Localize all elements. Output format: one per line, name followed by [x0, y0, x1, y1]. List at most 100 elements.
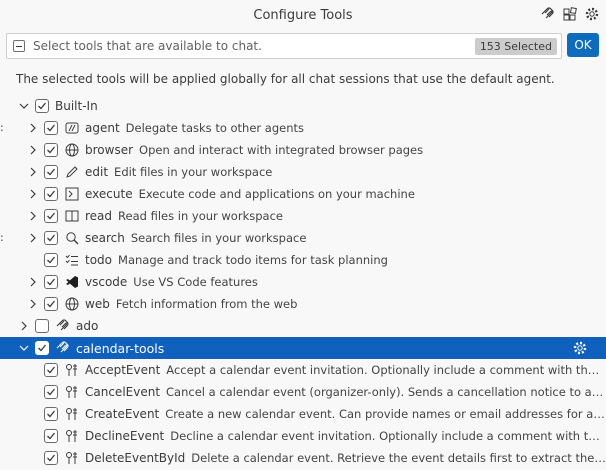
tool-checkbox[interactable]: [44, 165, 58, 179]
tool-filter-box: 153 Selected: [6, 33, 562, 59]
tool-row-read[interactable]: read Read files in your workspace: [0, 205, 606, 227]
tool-name: AcceptEvent: [85, 363, 161, 377]
tool-icon: [64, 384, 80, 400]
tree-group-builtin[interactable]: Built-In: [0, 95, 606, 117]
tool-description: Delete a calendar event. Retrieve the ev…: [191, 451, 606, 465]
tool-name: DeleteEventById: [85, 451, 186, 465]
ado-checkbox[interactable]: [35, 319, 49, 333]
mcp-icon: [55, 340, 71, 356]
tool-description: Cancel a calendar event (organizer-only)…: [166, 385, 606, 399]
tool-name: DeclineEvent: [85, 429, 165, 443]
tree-group-ado[interactable]: ado: [0, 315, 606, 337]
tool-row-createevent[interactable]: CreateEvent Create a new calendar event.…: [0, 403, 606, 425]
tool-name: browser: [85, 143, 134, 157]
tool-name: todo: [85, 253, 113, 267]
tool-description: Read files in your workspace: [118, 209, 283, 223]
tool-description: Search files in your workspace: [130, 231, 307, 245]
tool-row-web[interactable]: web Fetch information from the web: [0, 293, 606, 315]
tool-row-deleteeventbyid[interactable]: DeleteEventById Delete a calendar event.…: [0, 447, 606, 469]
chevron-right-icon[interactable]: [28, 145, 38, 155]
tool-description: Execute code and applications on your ma…: [138, 187, 415, 201]
checklist-icon: [64, 252, 80, 268]
tool-name: CancelEvent: [85, 385, 161, 399]
terminal-icon: [64, 186, 80, 202]
tool-checkbox[interactable]: [44, 407, 58, 421]
tool-description: Fetch information from the web: [115, 297, 298, 311]
tool-name: search: [85, 231, 125, 245]
select-all-checkbox[interactable]: [13, 40, 25, 52]
tool-name: web: [85, 297, 110, 311]
tool-icon: [64, 450, 80, 466]
chevron-right-icon[interactable]: [28, 277, 38, 287]
builtin-label: Built-In: [55, 99, 98, 113]
globe-icon: [64, 296, 80, 312]
tool-name: edit: [85, 165, 109, 179]
tool-row-todo[interactable]: todo Manage and track todo items for tas…: [0, 249, 606, 271]
chevron-down-icon[interactable]: [19, 101, 29, 111]
tool-icon: [64, 362, 80, 378]
globe-icon: [64, 142, 80, 158]
search-icon: [64, 230, 80, 246]
tool-checkbox[interactable]: [44, 231, 58, 245]
description-text: The selected tools will be applied globa…: [16, 72, 555, 86]
tool-checkbox[interactable]: [44, 385, 58, 399]
tool-checkbox[interactable]: [44, 121, 58, 135]
tool-name: agent: [85, 121, 120, 135]
tool-row-vscode[interactable]: vscode Use VS Code features: [0, 271, 606, 293]
calendar-tools-label: calendar-tools: [76, 340, 165, 356]
tool-description: Manage and track todo items for task pla…: [118, 253, 388, 267]
tool-checkbox[interactable]: [44, 253, 58, 267]
tool-checkbox[interactable]: [44, 209, 58, 223]
mcp-icon[interactable]: [540, 6, 556, 22]
chevron-right-icon[interactable]: [28, 211, 38, 221]
chevron-right-icon[interactable]: [28, 299, 38, 309]
tool-name: vscode: [85, 275, 128, 289]
tool-row-declineevent[interactable]: DeclineEvent Decline a calendar event in…: [0, 425, 606, 447]
tool-row-search[interactable]: : search Search files in your workspace: [0, 227, 606, 249]
chevron-down-icon[interactable]: [19, 343, 29, 353]
tool-row-cancelevent[interactable]: CancelEvent Cancel a calendar event (org…: [0, 381, 606, 403]
tool-checkbox[interactable]: [44, 143, 58, 157]
tool-description: Delegate tasks to other agents: [125, 121, 305, 135]
tool-row-acceptevent[interactable]: AcceptEvent Accept a calendar event invi…: [0, 359, 606, 381]
tool-description: Use VS Code features: [133, 275, 258, 289]
extensions-icon[interactable]: [562, 6, 578, 22]
tool-checkbox[interactable]: [44, 187, 58, 201]
tool-description: Accept a calendar event invitation. Opti…: [166, 363, 606, 377]
tool-checkbox[interactable]: [44, 297, 58, 311]
window-title: Configure Tools: [253, 7, 353, 23]
tool-row-browser[interactable]: browser Open and interact with integrate…: [0, 139, 606, 161]
agent-icon: [64, 120, 80, 136]
tool-checkbox[interactable]: [44, 429, 58, 443]
tool-row-agent[interactable]: : agent Delegate tasks to other agents: [0, 117, 606, 139]
tool-description: Edit files in your workspace: [114, 165, 273, 179]
selected-count-badge: 153 Selected: [474, 37, 557, 55]
tree-group-calendar-tools[interactable]: calendar-tools: [0, 337, 606, 359]
ok-button[interactable]: OK: [567, 33, 599, 57]
tool-row-execute[interactable]: execute Execute code and applications on…: [0, 183, 606, 205]
chevron-right-icon[interactable]: [28, 123, 38, 133]
configure-server-gear-icon[interactable]: [572, 340, 588, 359]
gear-icon[interactable]: [584, 6, 600, 22]
chevron-right-icon[interactable]: [28, 189, 38, 199]
chevron-right-icon[interactable]: [28, 233, 38, 243]
tool-checkbox[interactable]: [44, 451, 58, 465]
book-icon: [64, 208, 80, 224]
tool-icon: [64, 406, 80, 422]
builtin-checkbox[interactable]: [35, 99, 49, 113]
vscode-icon: [64, 274, 80, 290]
chevron-right-icon[interactable]: [19, 321, 29, 331]
tool-checkbox[interactable]: [44, 275, 58, 289]
ado-label: ado: [76, 319, 99, 333]
tool-checkbox[interactable]: [44, 363, 58, 377]
title-bar: Configure Tools: [0, 0, 606, 30]
tool-name: CreateEvent: [85, 407, 160, 421]
search-input[interactable]: [33, 39, 475, 53]
tool-description: Create a new calendar event. Can provide…: [165, 407, 606, 421]
tool-description: Decline a calendar event invitation. Opt…: [170, 429, 606, 443]
calendar-tools-checkbox[interactable]: [35, 341, 49, 355]
tool-row-edit[interactable]: edit Edit files in your workspace: [0, 161, 606, 183]
tool-name: execute: [85, 187, 133, 201]
tool-description: Open and interact with integrated browse…: [139, 143, 424, 157]
chevron-right-icon[interactable]: [28, 167, 38, 177]
